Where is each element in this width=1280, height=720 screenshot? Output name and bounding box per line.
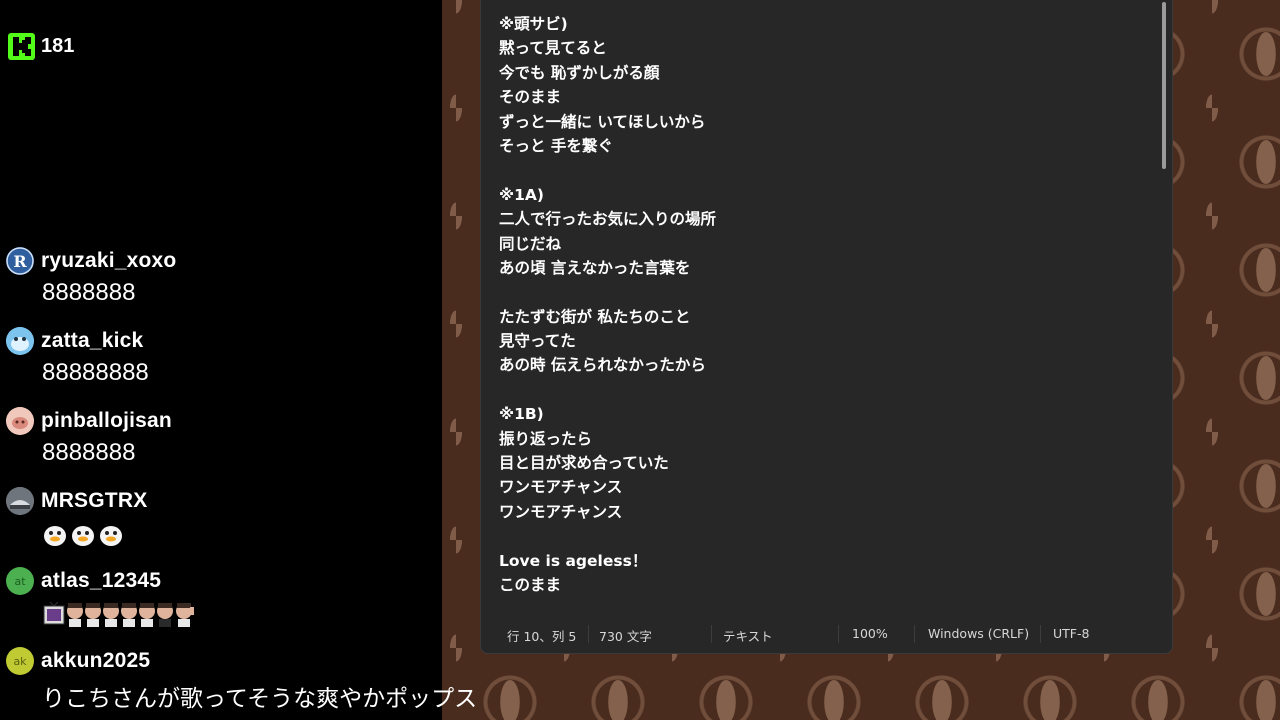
status-divider [838,625,839,643]
duck-emote-icon [72,526,94,546]
text-line: 振り返ったら [499,429,593,448]
text-line: 同じだね [499,234,562,253]
chat-message-text: 88888888 [42,359,149,386]
text-line [499,280,1139,304]
status-divider [1040,625,1041,643]
user-avatar[interactable] [6,487,34,515]
vertical-scrollbar[interactable] [1162,2,1166,169]
text-line: 今でも 恥ずかしがる顔 [499,63,660,82]
character-count: 730 文字 [599,629,652,644]
text-line: Love is ageless！ [499,551,648,570]
chat-message-text: りこちさんが歌ってそうな爽やかポップス [42,685,478,711]
user-avatar[interactable] [6,327,34,355]
face-emote-icon [85,603,101,627]
chat-message: zatta_kick 88888888 [6,327,149,387]
text-line: そっと 手を繋ぐ [499,136,613,155]
chat-username[interactable]: MRSGTRX [41,489,147,513]
chat-message: MRSGTRX [6,487,147,547]
avatar-initials: at [14,574,26,588]
text-line: ずっと一緒に いてほしいから [499,112,706,131]
user-avatar[interactable] [6,407,34,435]
face-emote-icon [121,603,137,627]
viewer-count: 181 [8,31,74,61]
chat-username[interactable]: zatta_kick [41,329,143,353]
user-avatar[interactable]: ak [6,647,34,675]
chat-username[interactable]: ryuzaki_xoxo [41,249,176,273]
text-line [499,158,1139,182]
viewer-count-number: 181 [41,34,75,57]
status-divider [914,625,915,643]
chat-username[interactable]: atlas_12345 [41,569,161,593]
chat-message: R ryuzaki_xoxo 8888888 [6,247,176,307]
duck-emote-icon [44,526,66,546]
face-emote-icon [157,603,173,627]
chat-username[interactable]: pinballojisan [41,409,172,433]
chat-overlay: 181 R ryuzaki_xoxo 8888888 zatta_kick 88… [0,0,477,720]
text-line: ※頭サビ) [499,15,568,33]
text-line: そのまま [499,88,562,107]
cursor-position[interactable]: 行 10、列 5 [507,626,576,645]
line-ending[interactable]: Windows (CRLF) [928,626,1029,641]
kick-logo-icon [8,32,35,60]
chat-message-text: 8888888 [42,439,136,466]
chat-username[interactable]: akkun2025 [41,649,150,673]
text-line: 黙って見てると [499,39,607,58]
face-emote-icon [139,603,155,627]
status-divider [588,625,589,643]
text-line: ※1A) [499,185,544,204]
face-emote-icon [176,603,194,627]
text-line: 見守ってた [499,332,576,351]
text-line: このまま [499,575,562,594]
chat-message: ak akkun2025 りこちさんが歌ってそうな爽やかポップス [6,647,477,713]
status-divider [711,625,712,643]
text-line [499,378,1139,402]
text-line [499,524,1139,548]
status-bar: 行 10、列 5 730 文字 テキスト 100% Windows (CRLF)… [481,617,1172,653]
text-line: あの頃 言えなかった言葉を [499,258,691,277]
text-line: たたずむ街が 私たちのこと [499,307,691,326]
text-line: 目と目が求め合っていた [499,454,669,473]
face-emote-icon [67,603,83,627]
chat-message: at atlas_12345 [6,567,194,627]
notepad-text-area[interactable]: ※頭サビ) 黙って見てると今でも 恥ずかしがる顔 そのままずっと一緒に いてほしいか… [499,12,1139,612]
tv-emote-icon [43,601,65,625]
duck-emote-icon [100,526,122,546]
zoom-level[interactable]: 100% [852,626,888,641]
chat-message: pinballojisan 8888888 [6,407,172,467]
text-line: 二人で行ったお気に入りの場所 [499,210,717,229]
emote-list [42,521,147,547]
avatar-initials: ak [13,654,27,668]
svg-text:R: R [13,252,27,271]
user-avatar[interactable]: at [6,567,34,595]
text-format[interactable]: テキスト [723,626,773,645]
text-line: ワンモアチャンス [499,478,623,497]
text-line: ワンモアチャンス [499,502,623,521]
face-emote-icon [103,603,119,627]
user-avatar[interactable]: R [6,247,34,275]
text-line: ※1B) [499,405,544,424]
text-line: あの時 伝えられなかったから [499,356,706,375]
emote-list [42,601,194,627]
chat-message-text: 8888888 [42,279,136,306]
encoding[interactable]: UTF-8 [1053,626,1089,641]
notepad-window: ※頭サビ) 黙って見てると今でも 恥ずかしがる顔 そのままずっと一緒に いてほしいか… [480,0,1173,654]
